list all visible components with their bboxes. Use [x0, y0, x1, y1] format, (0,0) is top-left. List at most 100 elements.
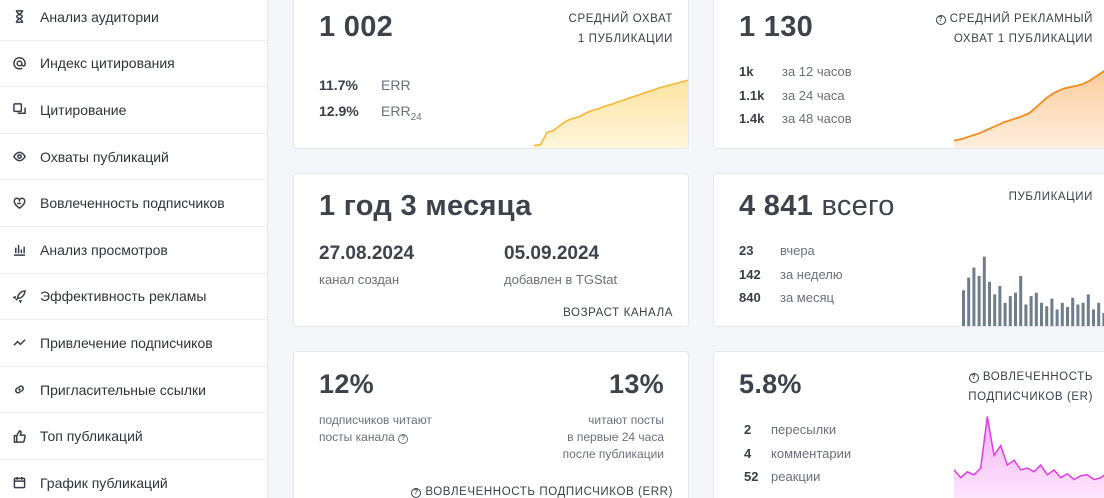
- er-caption-line1: ? ВОВЛЕЧЕННОСТЬ: [968, 367, 1093, 387]
- stat-value: 2: [744, 422, 752, 437]
- err-left-desc-line1: подписчиков читают: [319, 413, 432, 427]
- publications-caption: ПУБЛИКАЦИИ: [1008, 191, 1093, 203]
- publications-bar: [993, 294, 997, 326]
- publications-bar: [1086, 294, 1090, 326]
- stat-label: комментарии: [771, 445, 852, 461]
- stat-value: 840: [739, 290, 761, 305]
- sidebar-item-label: Цитирование: [40, 101, 127, 118]
- stat-value: 142: [739, 266, 761, 282]
- stat-value: 52: [744, 469, 759, 484]
- err-label: ERR: [381, 77, 411, 93]
- sidebar-item[interactable]: Охваты публикаций: [0, 134, 267, 181]
- err-value: 11.7%: [319, 77, 358, 93]
- sidebar-item[interactable]: Анализ аудитории: [0, 0, 267, 41]
- sidebar-item-label: Вовлеченность подписчиков: [40, 195, 225, 212]
- err-left-desc-line2-text: посты канала: [319, 430, 395, 444]
- err24-label: ERR24: [381, 103, 422, 123]
- publications-bar: [967, 277, 971, 326]
- created-date: 27.08.2024: [319, 243, 415, 264]
- err-right-desc: читают посты в первые 24 часа после публ…: [563, 412, 664, 463]
- publications-bar: [1092, 309, 1095, 326]
- publications-total-suffix: всего: [821, 190, 895, 222]
- stat-label: за месяц: [780, 290, 834, 305]
- err-row: 11.7% ERR: [319, 77, 411, 93]
- sidebar-item[interactable]: График публикаций: [0, 460, 267, 498]
- publications-bar: [1024, 304, 1028, 326]
- publications-bar: [1029, 296, 1033, 326]
- publications-bar: [1071, 297, 1075, 326]
- publications-bar: [1066, 307, 1069, 326]
- stat-label: за 48 часов: [782, 111, 852, 126]
- stat-label: реакции: [771, 469, 821, 484]
- added-date: 05.09.2024: [504, 243, 600, 264]
- sidebar-item[interactable]: Анализ просмотров: [0, 227, 267, 274]
- thumbs-up-icon: [12, 429, 26, 443]
- sidebar-item-label: Охваты публикаций: [40, 148, 169, 165]
- publications-value: 4 841 всего: [739, 190, 895, 223]
- sidebar-item-label: Привлечение подписчиков: [40, 334, 213, 351]
- average-ad-reach-caption-line1-text: СРЕДНИЙ РЕКЛАМНЫЙ: [949, 13, 1093, 25]
- average-ad-reach-value: 1 130: [739, 11, 814, 43]
- publications-bar: [1014, 292, 1017, 326]
- sparkline-area: [954, 416, 1104, 498]
- stat-row: 2 пересылки: [744, 422, 836, 437]
- stat-value: 1k: [739, 64, 754, 79]
- sidebar-item[interactable]: Топ публикаций: [0, 413, 267, 460]
- sidebar-item[interactable]: Пригласительные ссылки: [0, 367, 267, 414]
- publications-bar: [1019, 275, 1023, 326]
- sparkline-area: [534, 80, 688, 148]
- hourglass-icon: [12, 10, 26, 24]
- card-publications: 4 841 всего ПУБЛИКАЦИИ 23 вчера 142 за неде…: [713, 173, 1104, 327]
- help-icon[interactable]: ?: [968, 373, 979, 383]
- heart-hand-icon: [12, 196, 26, 210]
- average-reach-value: 1 002: [319, 11, 394, 43]
- help-icon[interactable]: ?: [398, 434, 409, 444]
- stat-row: 1.4k за 48 часов: [739, 111, 852, 126]
- publications-bar: [1081, 302, 1085, 326]
- sidebar-item[interactable]: Цитирование: [0, 87, 267, 134]
- sidebar-item[interactable]: Привлечение подписчиков: [0, 320, 267, 367]
- average-reach-sparkline: [534, 79, 688, 148]
- card-average-reach: 1 002 СРЕДНИЙ ОХВАТ 1 ПУБЛИКАЦИИ 11.7% E…: [293, 0, 689, 149]
- sidebar-item-label: График публикаций: [40, 474, 168, 491]
- stat-label: пересылки: [771, 422, 837, 437]
- err-right-desc-line2: в первые 24 часа: [567, 430, 664, 444]
- er-caption: ? ВОВЛЕЧЕННОСТЬ ПОДПИСЧИКОВ (ER): [968, 367, 1093, 407]
- stat-row: 840 за месяц: [739, 290, 834, 305]
- help-icon[interactable]: ?: [935, 15, 946, 25]
- err-right-desc-line1: читают посты: [588, 413, 664, 427]
- stat-value: 23: [739, 243, 754, 258]
- card-engagement-err: 12% подписчиков читают посты канала ? 13…: [293, 351, 689, 498]
- err-right-desc-line3: после публикации: [562, 447, 664, 461]
- stat-label: за 24 часа: [782, 87, 845, 103]
- publications-bar: [977, 275, 981, 326]
- publications-bar: [1097, 302, 1101, 326]
- stat-row: 52 реакции: [744, 469, 820, 484]
- trend-icon: [12, 336, 26, 350]
- stat-row: 4 комментарии: [744, 446, 851, 461]
- publications-bar: [988, 281, 991, 326]
- err-left-value: 12%: [319, 369, 374, 399]
- err-right-value: 13%: [609, 369, 664, 399]
- card-engagement-er: 5.8% ? ВОВЛЕЧЕННОСТЬ ПОДПИСЧИКОВ (ER) 2 пе…: [713, 351, 1104, 498]
- sidebar-item[interactable]: Эффективность рекламы: [0, 274, 267, 321]
- card-channel-age: 1 год 3 месяца 27.08.2024 канал создан 0…: [293, 173, 689, 327]
- sidebar-item-label: Топ публикаций: [40, 428, 143, 445]
- sidebar-item[interactable]: Вовлеченность подписчиков: [0, 180, 267, 227]
- stat-label: за 12 часов: [782, 64, 852, 79]
- publications-bar: [962, 290, 965, 326]
- channel-age-caption: ВОЗРАСТ КАНАЛА: [563, 307, 673, 319]
- average-ad-reach-caption: ? СРЕДНИЙ РЕКЛАМНЫЙ ОХВАТ 1 ПУБЛИКАЦИИ: [935, 9, 1093, 49]
- sidebar-item-label: Анализ просмотров: [40, 241, 168, 258]
- average-ad-reach-sparkline: [954, 69, 1104, 148]
- stat-row: 23 вчера: [739, 243, 815, 258]
- card-average-ad-reach: 1 130 ? СРЕДНИЙ РЕКЛАМНЫЙ ОХВАТ 1 ПУБЛИКА…: [713, 0, 1104, 149]
- bar-chart-icon: [12, 243, 26, 257]
- stat-value: 1.4k: [739, 111, 765, 126]
- publications-bar: [1045, 306, 1049, 326]
- help-icon[interactable]: ?: [411, 488, 422, 498]
- sidebar-item-label: Индекс цитирования: [40, 55, 175, 72]
- publications-total: 4 841: [739, 190, 814, 222]
- publications-bar: [1003, 302, 1007, 326]
- sidebar-item[interactable]: Индекс цитирования: [0, 41, 267, 88]
